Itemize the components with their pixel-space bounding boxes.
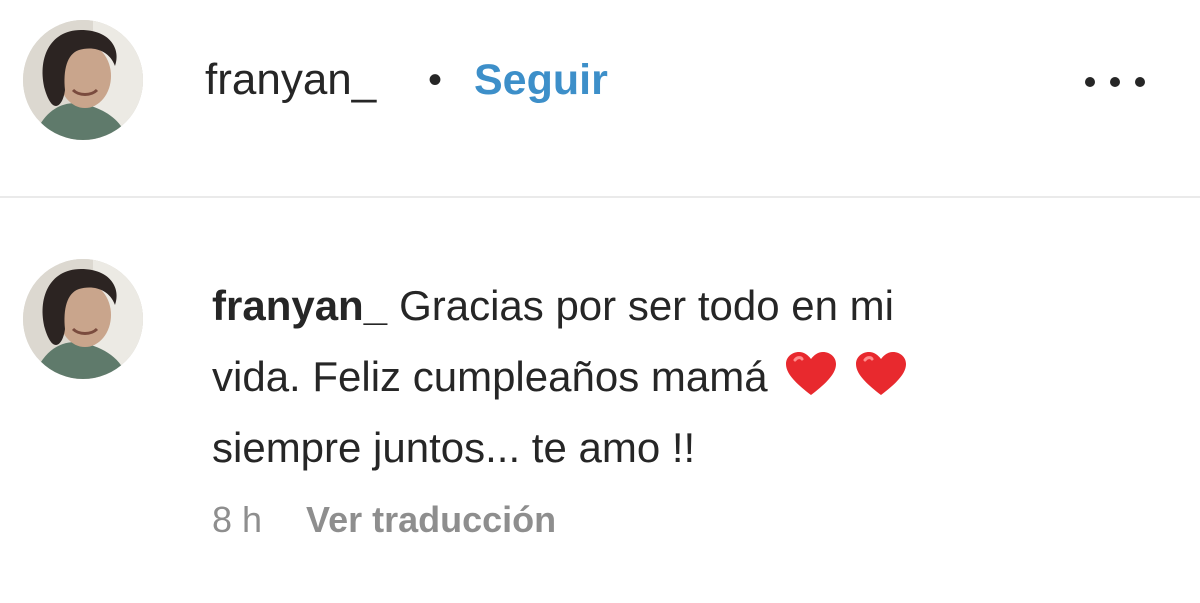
more-options-icon[interactable] (1083, 66, 1147, 96)
comment-text-line-2: vida. Feliz cumpleaños mamá (212, 353, 768, 400)
comment-line: siempre juntos... te amo !! (212, 412, 1112, 483)
red-heart-icon (785, 352, 836, 395)
avatar[interactable] (23, 259, 143, 379)
follow-button[interactable]: Seguir (474, 52, 608, 108)
profile-photo-icon (23, 259, 143, 379)
comment-body: franyan_ Gracias por ser todo en mi vida.… (212, 270, 1112, 483)
dot (1135, 77, 1145, 87)
post-author-username[interactable]: franyan_ (205, 52, 376, 108)
post-header: franyan_ • Seguir (0, 0, 1200, 196)
dot (1110, 77, 1120, 87)
red-heart-icon (855, 352, 906, 395)
separator-dot: • (428, 58, 443, 102)
comment-line: franyan_ Gracias por ser todo en mi (212, 270, 1112, 341)
comment-meta: 8 h Ver traducción (212, 496, 556, 544)
profile-photo-icon (23, 20, 143, 140)
avatar[interactable] (23, 20, 143, 140)
comment-username[interactable]: franyan_ (212, 282, 387, 329)
dot (1085, 77, 1095, 87)
see-translation-button[interactable]: Ver traducción (306, 499, 556, 540)
comment-timestamp[interactable]: 8 h (212, 499, 262, 540)
comment-line: vida. Feliz cumpleaños mamá (212, 341, 1112, 412)
divider (0, 196, 1200, 198)
comment-text-line-3: siempre juntos... te amo !! (212, 424, 696, 471)
comment-text-line-1: Gracias por ser todo en mi (399, 282, 894, 329)
